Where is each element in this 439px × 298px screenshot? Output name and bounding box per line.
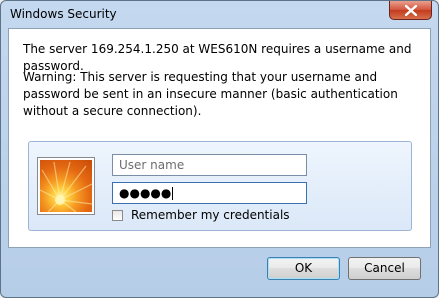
- window-title: Windows Security: [10, 7, 117, 21]
- dialog-content: The server 169.254.1.250 at WES610N requ…: [8, 28, 431, 248]
- password-field[interactable]: ●●●●●: [112, 182, 307, 204]
- remember-label: Remember my credentials: [131, 208, 290, 222]
- ok-button[interactable]: OK: [267, 257, 340, 280]
- title-bar: Windows Security: [1, 1, 438, 27]
- username-field[interactable]: User name: [112, 154, 307, 176]
- security-dialog: Windows Security The server 169.254.1.25…: [0, 0, 439, 298]
- close-icon: [405, 5, 417, 16]
- password-value: ●●●●●: [119, 186, 172, 200]
- warning-message: Warning: This server is requesting that …: [23, 70, 398, 118]
- user-avatar: [37, 157, 95, 215]
- flower-icon: [40, 160, 92, 212]
- cancel-button[interactable]: Cancel: [348, 257, 421, 280]
- text-cursor: [172, 187, 174, 200]
- remember-checkbox[interactable]: [112, 210, 123, 221]
- close-button[interactable]: [389, 1, 432, 20]
- credential-tile: User name ●●●●● Remember my credentials: [28, 141, 412, 231]
